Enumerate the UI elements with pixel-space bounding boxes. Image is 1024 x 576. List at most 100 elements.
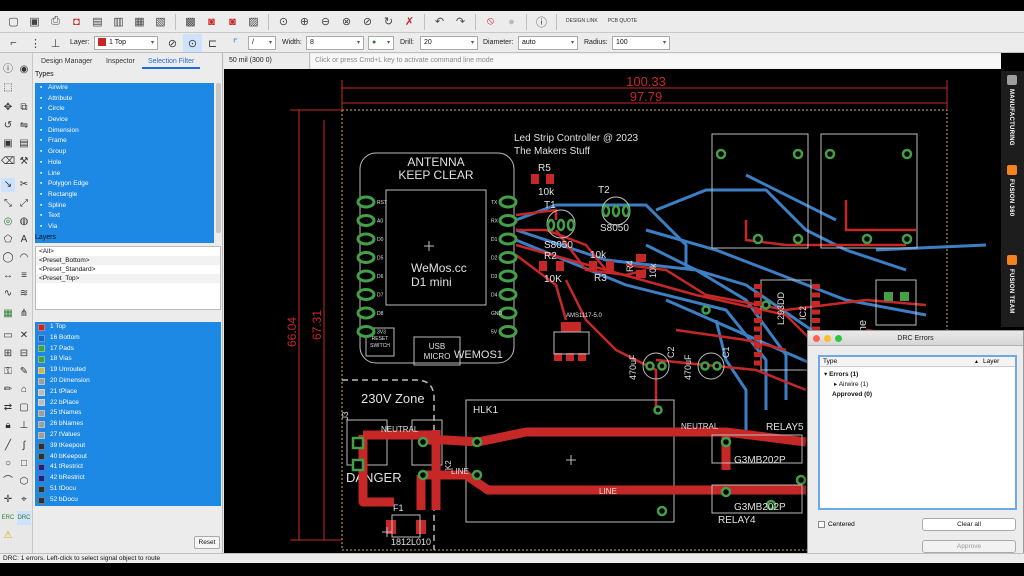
drc-error-tree[interactable]: Type ▲ Layer ▾ Errors (1) ▸ Airwire (1) … bbox=[818, 355, 1017, 510]
move-icon[interactable]: ✥ bbox=[1, 101, 15, 115]
ic-pad[interactable] bbox=[812, 284, 820, 289]
preset-item[interactable]: <Preset_Standard> bbox=[36, 265, 220, 274]
circle2-icon[interactable]: ○ bbox=[1, 457, 15, 471]
layer-item[interactable]: 52 bDocu bbox=[35, 495, 221, 506]
bend-style-icon[interactable]: ⌜ bbox=[226, 34, 245, 52]
layer-item[interactable]: 19 Unrouted bbox=[35, 365, 221, 376]
diameter-select[interactable]: auto ▾ bbox=[518, 36, 578, 50]
type-item[interactable]: ▪ Via bbox=[35, 222, 214, 233]
redraw-icon[interactable]: ↻ bbox=[379, 13, 398, 31]
ic-pad[interactable] bbox=[754, 360, 762, 366]
layer-item[interactable]: 42 bRestrict bbox=[35, 473, 221, 484]
zoom-icon[interactable] bbox=[835, 335, 842, 342]
layer-settings-icon[interactable]: ▨ bbox=[244, 13, 263, 31]
redo-icon[interactable]: ↷ bbox=[451, 13, 470, 31]
ic-pad[interactable] bbox=[754, 335, 762, 340]
ic-pad[interactable] bbox=[812, 318, 820, 323]
change-icon[interactable]: ✎ bbox=[17, 365, 31, 379]
ic-pad[interactable] bbox=[754, 292, 762, 298]
route-mode-icon[interactable]: ⊙ bbox=[183, 34, 202, 52]
script-icon[interactable]: ▧ bbox=[151, 13, 170, 31]
print-icon[interactable]: ⎙ bbox=[46, 13, 65, 31]
autorouter-icon[interactable]: ▦ bbox=[1, 307, 15, 321]
approve-button[interactable]: Approve bbox=[922, 540, 1016, 553]
optimize-icon[interactable]: ⤢ bbox=[17, 197, 31, 211]
ulp-run-icon[interactable]: ◙ bbox=[223, 13, 242, 31]
ic-pad[interactable] bbox=[754, 301, 762, 306]
arc-icon[interactable]: ◠ bbox=[17, 251, 31, 265]
preset-item[interactable]: <Preset_Top> bbox=[36, 274, 220, 283]
tab-inspector[interactable]: Inspector bbox=[100, 55, 141, 69]
info-icon[interactable]: ⓘ bbox=[1, 63, 15, 77]
type-item[interactable]: ▪ Circle bbox=[35, 104, 214, 115]
mark-icon[interactable]: ✛ bbox=[1, 493, 15, 507]
layer-presets-list[interactable]: <All> <Preset_Bottom> <Preset_Standard> <Pr… bbox=[35, 246, 221, 310]
drill-select[interactable]: 20 ▾ bbox=[420, 36, 478, 50]
via-icon[interactable]: ⊘ bbox=[163, 34, 182, 52]
checkbox-box[interactable] bbox=[818, 521, 825, 528]
zoom-fit-icon[interactable]: ⊙ bbox=[274, 13, 293, 31]
new-file-icon[interactable]: ▢ bbox=[4, 13, 23, 31]
zoom-in-icon[interactable]: ⊕ bbox=[295, 13, 314, 31]
wemos-pin-pad[interactable] bbox=[356, 232, 376, 246]
layer-item[interactable]: 22 bPlace bbox=[35, 398, 221, 409]
wemos-pin-pad[interactable] bbox=[356, 195, 376, 209]
type-item[interactable]: ▪ Polygon Edge bbox=[35, 179, 214, 190]
tab-design-manager[interactable]: Design Manager bbox=[35, 55, 98, 69]
name-icon[interactable]: ≡ bbox=[17, 269, 31, 283]
types-list[interactable]: ▪ Airwire ▪ Attribute ▪ Circle ▪ Device ▪ Dimensi… bbox=[35, 83, 214, 243]
layer-item[interactable]: 20 Dimension bbox=[35, 376, 221, 387]
ic-pad[interactable] bbox=[812, 292, 820, 298]
delete-icon[interactable]: ⌫ bbox=[1, 155, 15, 169]
side-tab-fusion-team[interactable]: FUSION TEAM bbox=[1001, 251, 1024, 331]
mirror-icon[interactable]: ⇋ bbox=[17, 119, 31, 133]
types-scrollbar[interactable] bbox=[216, 83, 221, 233]
type-item[interactable]: ▪ Attribute bbox=[35, 94, 214, 105]
layers-list[interactable]: 1 Top 16 Bottom 17 Pads 18 Vias 19 Unrouted 2… bbox=[35, 322, 221, 506]
design-link-button[interactable]: DESIGN LINK bbox=[562, 13, 602, 31]
wemos-pin-pad[interactable] bbox=[356, 288, 376, 301]
side-tab-fusion-360[interactable]: FUSION 360 bbox=[1001, 161, 1024, 241]
layer-item[interactable]: 40 bKeepout bbox=[35, 452, 221, 463]
ulp-icon[interactable]: ▦ bbox=[130, 13, 149, 31]
measure-icon[interactable]: ⌖ bbox=[17, 493, 31, 507]
polygon-icon[interactable]: ⬠ bbox=[1, 233, 15, 247]
attribute-icon[interactable]: ⊟ bbox=[17, 347, 31, 361]
type-item[interactable]: ▪ Airwire bbox=[35, 83, 214, 94]
grid-snap-icon[interactable]: ⋮ bbox=[26, 34, 45, 52]
ic-pad[interactable] bbox=[754, 309, 762, 315]
type-item[interactable]: ▪ Group bbox=[35, 147, 214, 158]
zoom-select-icon[interactable]: ⊗ bbox=[337, 13, 356, 31]
layer-item[interactable]: 21 tPlace bbox=[35, 387, 221, 398]
airwire-group[interactable]: ▸ Airwire (1) bbox=[834, 380, 868, 389]
tag-icon[interactable]: ⌂ bbox=[17, 383, 31, 397]
layer-item[interactable]: 25 tNames bbox=[35, 408, 221, 419]
cam-icon[interactable]: ◘ bbox=[67, 13, 86, 31]
ic-pad[interactable] bbox=[754, 343, 762, 349]
arc2-icon[interactable]: ⌒ bbox=[1, 475, 15, 489]
text-icon[interactable]: A bbox=[17, 233, 31, 247]
layer-item[interactable]: 27 tValues bbox=[35, 430, 221, 441]
close-icon[interactable] bbox=[813, 335, 820, 342]
wemos-pin-pad[interactable] bbox=[498, 269, 518, 283]
type-item[interactable]: ▪ Spline bbox=[35, 201, 214, 212]
ic-pad[interactable] bbox=[754, 326, 762, 332]
circle-icon[interactable]: ◯ bbox=[1, 251, 15, 265]
layer-select[interactable]: 1 Top ▾ bbox=[94, 36, 158, 50]
scr-icon[interactable]: ◙ bbox=[202, 13, 221, 31]
rect-icon[interactable]: ▭ bbox=[1, 329, 15, 343]
pin-icon[interactable]: ⊥ bbox=[17, 419, 31, 433]
warning-icon[interactable]: ⚠ bbox=[1, 529, 15, 543]
type-item[interactable]: ▪ Dimension bbox=[35, 126, 214, 137]
erc-icon[interactable]: ERC bbox=[1, 511, 15, 525]
wire-tool-icon[interactable]: ⌐ bbox=[4, 34, 23, 52]
go-icon[interactable]: ● bbox=[502, 13, 521, 31]
ratsnest-tool-icon[interactable]: ✕ bbox=[17, 329, 31, 343]
paint-icon[interactable]: ✏ bbox=[1, 383, 15, 397]
split-icon[interactable]: ⤡ bbox=[1, 197, 15, 211]
group-icon[interactable]: ▣ bbox=[1, 137, 15, 151]
ic-pad[interactable] bbox=[754, 352, 762, 357]
layer-item[interactable]: 26 bNames bbox=[35, 419, 221, 430]
replace-icon[interactable]: ⇄ bbox=[1, 401, 15, 415]
reset-button[interactable]: Reset bbox=[194, 536, 220, 549]
